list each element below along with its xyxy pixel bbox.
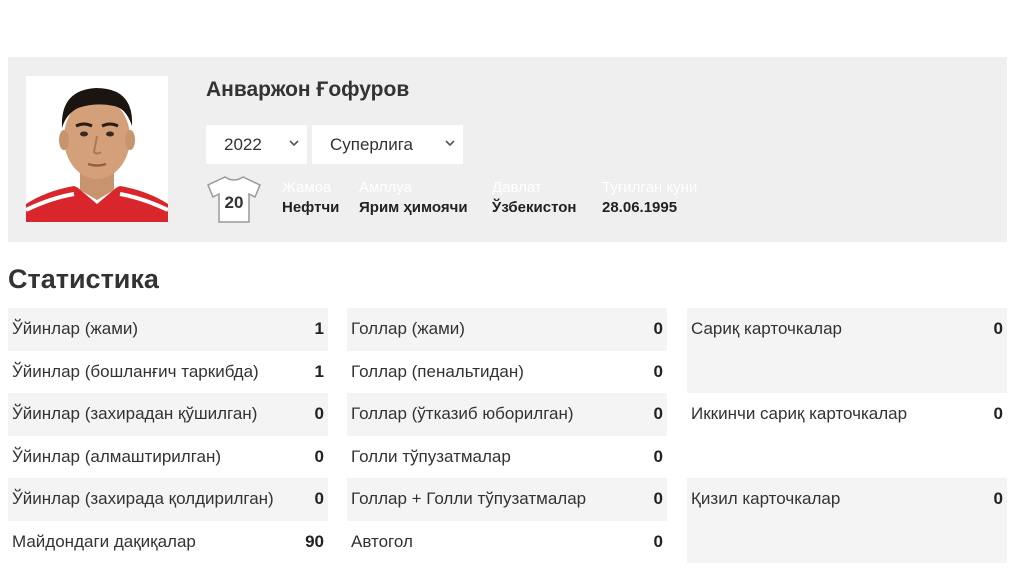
stat-row: Иккинчи сариқ карточкалар 0 <box>687 393 1007 478</box>
stat-row: Қизил карточкалар 0 <box>687 478 1007 563</box>
stat-label: Голлар + Голли тўпузатмалар <box>351 489 587 509</box>
info-birthdate-value: 28.06.1995 <box>602 199 678 216</box>
stat-value: 0 <box>653 446 663 466</box>
stat-value: 90 <box>305 531 324 551</box>
info-team: Жамоа Нефтчи <box>282 179 339 218</box>
info-country-label: Давлат <box>492 179 542 196</box>
league-select-value: Суперлига <box>330 134 414 154</box>
stats-heading: Статистика <box>8 264 159 294</box>
stat-value: 0 <box>653 404 663 424</box>
year-select-value: 2022 <box>224 134 262 154</box>
player-card: Анваржон Ғофуров 2022 Суперлига 20 Жамоа… <box>8 57 1007 242</box>
stat-value: 0 <box>993 404 1003 423</box>
player-photo <box>26 76 168 222</box>
stat-label: Ўйинлар (бошланғич таркибда) <box>12 361 259 381</box>
stat-row: Ўйинлар (бошланғич таркибда) 1 <box>8 351 328 394</box>
chevron-down-icon <box>445 140 455 147</box>
stat-value: 0 <box>993 489 1003 508</box>
shirt-icon: 20 <box>205 174 263 224</box>
stat-row: Голлар (пенальтидан) 0 <box>347 351 667 394</box>
stat-row: Ўйинлар (захирада қолдирилган) 0 <box>8 478 328 521</box>
info-team-label: Жамоа <box>282 179 332 196</box>
shirt-number: 20 <box>225 193 244 212</box>
stat-row: Голлар (ўтказиб юборилган) 0 <box>347 393 667 436</box>
stat-row: Ўйинлар (жами) 1 <box>8 308 328 351</box>
info-birthdate: Туғилган куни 28.06.1995 <box>602 179 697 218</box>
stat-row: Голли тўпузатмалар 0 <box>347 436 667 479</box>
info-team-value: Нефтчи <box>282 199 340 216</box>
stat-value: 0 <box>314 446 324 466</box>
stat-row: Голлар (жами) 0 <box>347 308 667 351</box>
stat-label: Голли тўпузатмалар <box>351 446 511 466</box>
stats-cards-column: Сариқ карточкалар 0 Иккинчи сариқ карточ… <box>687 308 1007 563</box>
stat-value: 0 <box>314 404 324 424</box>
stats-goals-column: Голлар (жами) 0 Голлар (пенальтидан) 0 Г… <box>347 308 667 563</box>
stat-row: Ўйинлар (алмаштирилган) 0 <box>8 436 328 479</box>
stat-label: Автогол <box>351 531 413 551</box>
player-photo-image <box>26 76 168 222</box>
stat-label: Иккинчи сариқ карточкалар <box>691 404 908 423</box>
stat-label: Майдондаги дақиқалар <box>12 531 196 551</box>
stat-label: Голлар (пенальтидан) <box>351 361 524 381</box>
stat-label: Голлар (ўтказиб юборилган) <box>351 404 574 424</box>
info-position: Амплуа Ярим ҳимоячи <box>359 179 468 218</box>
stat-label: Ўйинлар (жами) <box>12 319 139 339</box>
stat-label: Сариқ карточкалар <box>691 319 843 338</box>
stat-value: 0 <box>653 489 663 509</box>
stat-label: Ўйинлар (захирадан қўшилган) <box>12 404 258 424</box>
stat-value: 0 <box>653 531 663 551</box>
stat-value: 0 <box>993 319 1003 338</box>
player-name: Анваржон Ғофуров <box>206 78 410 101</box>
stat-value: 1 <box>314 361 324 381</box>
stats-games-column: Ўйинлар (жами) 1 Ўйинлар (бошланғич тарк… <box>8 308 328 563</box>
stat-label: Ўйинлар (алмаштирилган) <box>12 446 222 466</box>
stat-label: Ўйинлар (захирада қолдирилган) <box>12 489 274 509</box>
league-select[interactable]: Суперлига <box>312 125 463 164</box>
info-position-label: Амплуа <box>359 179 412 196</box>
stat-row: Майдондаги дақиқалар 90 <box>8 521 328 564</box>
stat-label: Қизил карточкалар <box>691 489 841 508</box>
info-birthdate-label: Туғилган куни <box>602 179 698 196</box>
stat-row: Ўйинлар (захирадан қўшилган) 0 <box>8 393 328 436</box>
year-select[interactable]: 2022 <box>206 125 307 164</box>
info-country: Давлат Ўзбекистон <box>492 179 576 218</box>
stat-value: 0 <box>314 489 324 509</box>
stat-row: Автогол 0 <box>347 521 667 564</box>
stat-value: 0 <box>653 361 663 381</box>
stat-label: Голлар (жами) <box>351 319 465 339</box>
info-position-value: Ярим ҳимоячи <box>359 199 468 216</box>
info-country-value: Ўзбекистон <box>492 199 577 216</box>
stat-row: Голлар + Голли тўпузатмалар 0 <box>347 478 667 521</box>
stat-value: 0 <box>653 319 663 339</box>
chevron-down-icon <box>289 140 299 147</box>
stat-value: 1 <box>314 319 324 339</box>
stat-row: Сариқ карточкалар 0 <box>687 308 1007 393</box>
